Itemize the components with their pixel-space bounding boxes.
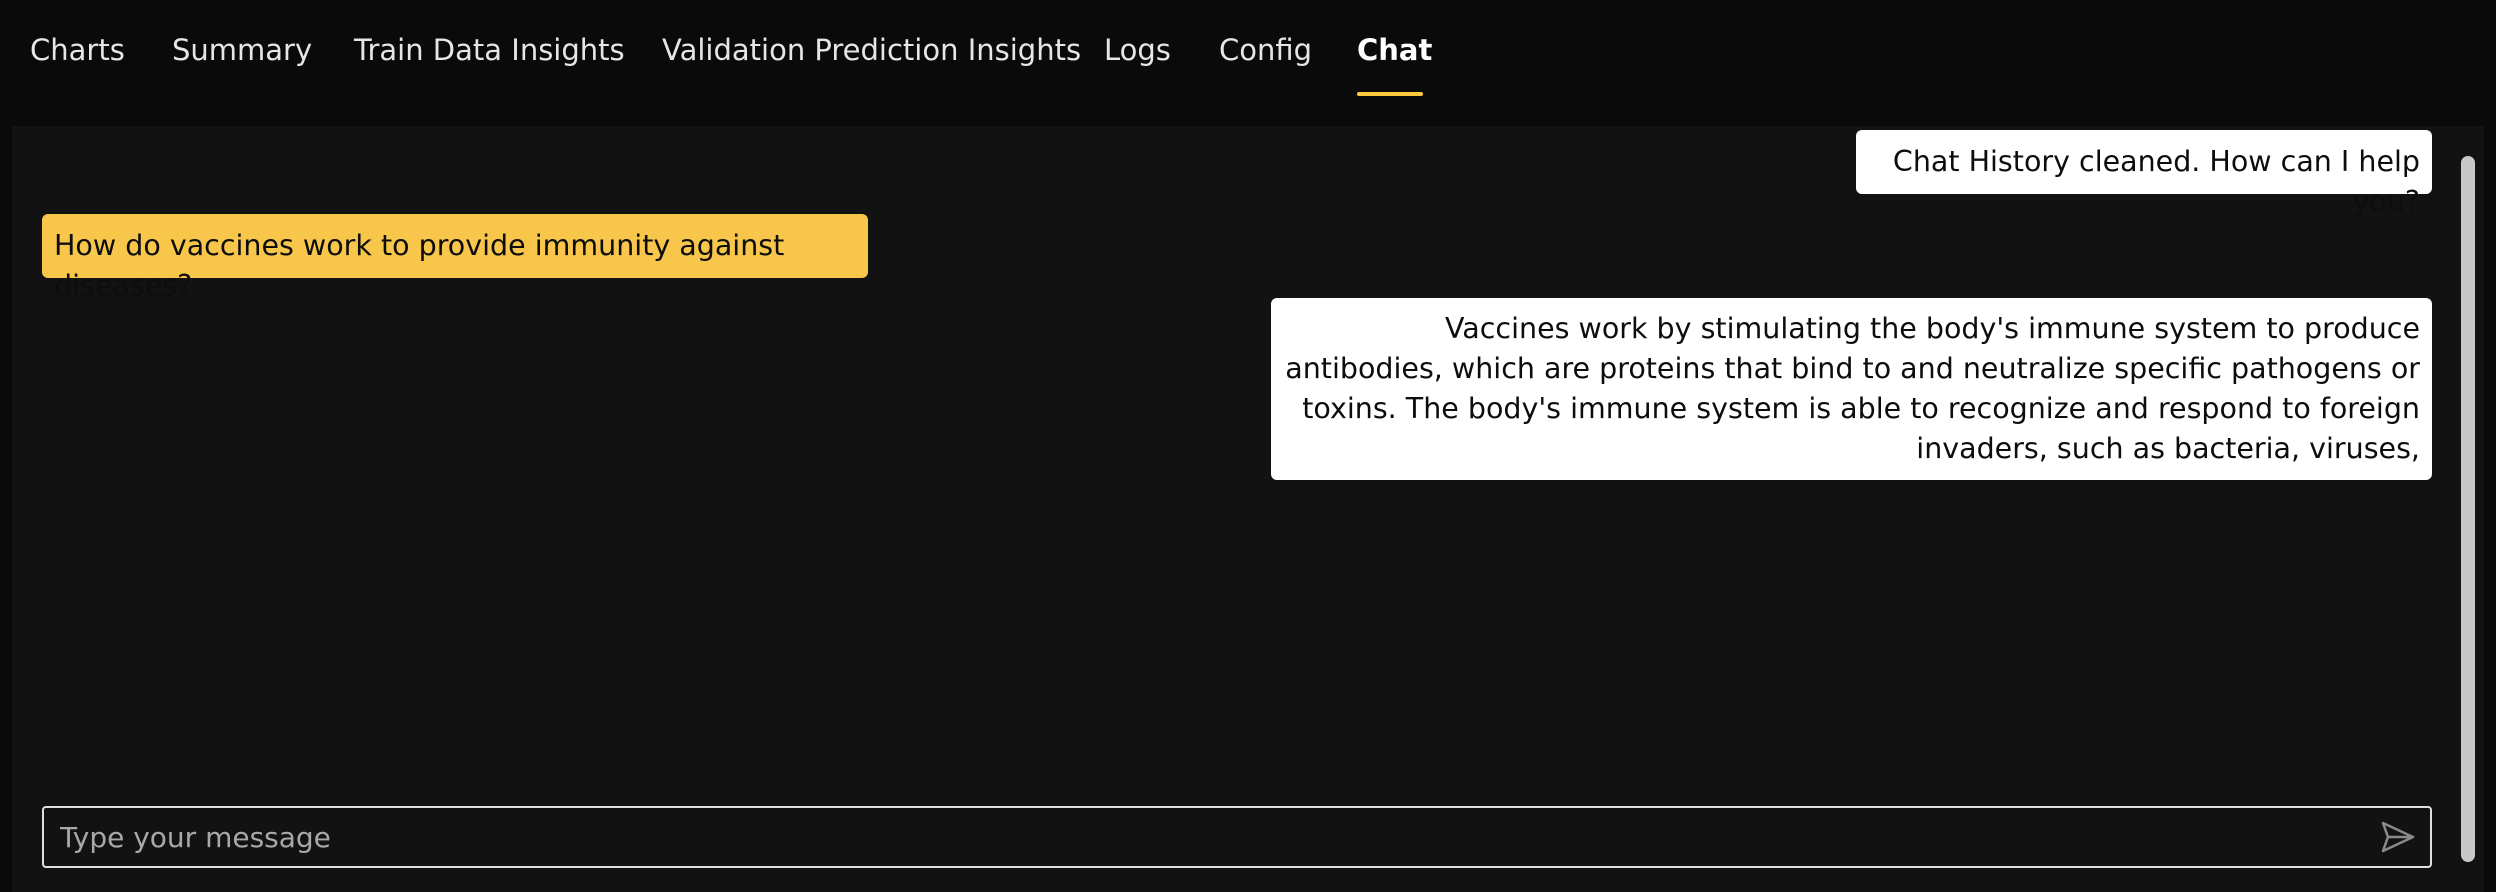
- tab-summary[interactable]: Summary: [172, 30, 312, 70]
- user-message-bubble: How do vaccines work to provide immunity…: [42, 214, 868, 302]
- message-text: Chat History cleaned. How can I help you…: [1892, 145, 2420, 218]
- tab-validation-prediction-insights[interactable]: Validation Prediction Insights: [662, 30, 1081, 70]
- bot-message-bubble: Chat History cleaned. How can I help you…: [1856, 130, 2432, 218]
- tab-chat[interactable]: Chat: [1357, 30, 1432, 70]
- tab-config[interactable]: Config: [1219, 30, 1312, 70]
- message-text: Vaccines work by stimulating the body's …: [1285, 312, 2420, 465]
- send-arrow-icon: [2381, 821, 2415, 853]
- message-input-box: [42, 806, 2432, 868]
- send-button[interactable]: [2378, 818, 2418, 856]
- bot-message-bubble: Vaccines work by stimulating the body's …: [1271, 298, 2432, 480]
- tab-charts[interactable]: Charts: [30, 30, 125, 70]
- chat-panel: Chat History cleaned. How can I help you…: [12, 126, 2484, 892]
- app-root: Charts Summary Train Data Insights Valid…: [0, 0, 2496, 892]
- active-tab-indicator: [1357, 92, 1423, 96]
- tab-train-data-insights[interactable]: Train Data Insights: [354, 30, 625, 70]
- tab-logs[interactable]: Logs: [1104, 30, 1171, 70]
- scrollbar-thumb[interactable]: [2461, 156, 2475, 862]
- tab-bar: Charts Summary Train Data Insights Valid…: [0, 0, 2496, 126]
- message-text: How do vaccines work to provide immunity…: [54, 229, 785, 302]
- chat-scrollbar[interactable]: [2454, 126, 2484, 892]
- message-input[interactable]: [44, 808, 2344, 866]
